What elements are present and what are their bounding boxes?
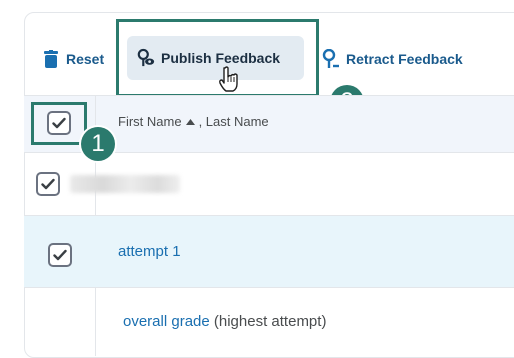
retract-feedback-icon xyxy=(322,49,340,69)
checkmark-icon xyxy=(53,249,67,261)
publish-feedback-button[interactable]: Publish Feedback xyxy=(137,48,280,68)
overall-grade-note: (highest attempt) xyxy=(213,313,327,330)
caret-up-icon xyxy=(185,118,195,125)
retract-feedback-button[interactable]: Retract Feedback xyxy=(322,49,463,69)
hand-cursor-icon xyxy=(219,66,238,92)
last-name-sort-label[interactable]: , Last Name xyxy=(199,114,269,129)
attempt-checkbox[interactable] xyxy=(48,243,72,267)
overall-grade-cell: overall grade (highest attempt) xyxy=(123,313,326,330)
reset-button[interactable]: Reset xyxy=(42,49,104,69)
row-checkbox[interactable] xyxy=(36,172,60,196)
retract-feedback-label: Retract Feedback xyxy=(346,51,463,67)
trash-icon xyxy=(42,49,60,69)
redacted-student-name xyxy=(70,175,180,193)
reset-label: Reset xyxy=(66,51,105,67)
overall-grade-link[interactable]: overall grade xyxy=(123,313,210,330)
attempt-link[interactable]: attempt 1 xyxy=(118,243,181,260)
first-name-sort-label[interactable]: First Name xyxy=(118,114,182,129)
table-row-selected xyxy=(24,216,514,288)
name-column-header[interactable]: First Name , Last Name xyxy=(118,114,269,129)
checkmark-icon xyxy=(41,178,55,190)
publish-feedback-icon xyxy=(137,48,155,68)
publish-feedback-label: Publish Feedback xyxy=(161,50,281,66)
checkmark-icon xyxy=(52,117,66,129)
select-all-checkbox[interactable] xyxy=(47,111,71,135)
